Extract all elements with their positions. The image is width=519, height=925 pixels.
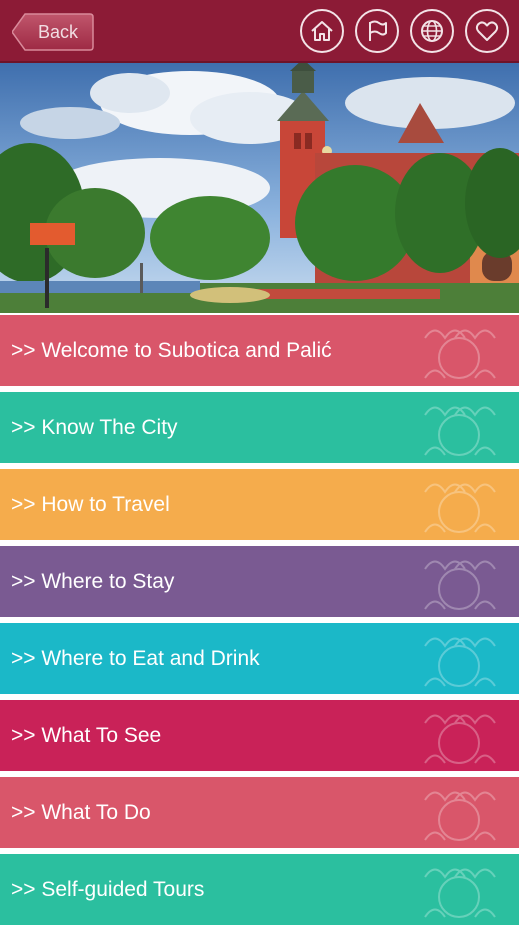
menu-item-label: >> Where to Eat and Drink [11, 647, 260, 670]
back-button[interactable]: Back [12, 13, 94, 51]
menu-item-see[interactable]: >> What To See [0, 700, 519, 771]
city-hall-photo [0, 63, 519, 313]
menu-item-label: >> What To See [11, 724, 162, 747]
menu-item-stay[interactable]: >> Where to Stay [0, 546, 519, 617]
ornament-icon [424, 791, 496, 841]
ornament-icon [424, 637, 496, 687]
home-button[interactable] [300, 9, 344, 53]
flag-icon [369, 20, 387, 41]
ornament-icon [424, 714, 496, 764]
menu-item-label: >> What To Do [11, 801, 151, 824]
heart-icon [475, 21, 499, 41]
globe-icon [421, 20, 443, 42]
menu-item-label: >> Welcome to Subotica and Palić [11, 339, 332, 362]
menu-item-label: >> Where to Stay [11, 570, 175, 593]
ornament-icon [424, 329, 496, 379]
favorites-button[interactable] [465, 9, 509, 53]
menu-item-eat-drink[interactable]: >> Where to Eat and Drink [0, 623, 519, 694]
menu-item-do[interactable]: >> What To Do [0, 777, 519, 848]
home-icon [311, 21, 333, 41]
menu-item-label: >> Know The City [11, 416, 178, 439]
ornament-icon [424, 868, 496, 918]
back-label: Back [38, 22, 79, 42]
ornament-icon [424, 406, 496, 456]
menu-item-label: >> How to Travel [11, 493, 170, 516]
ornament-icon [424, 483, 496, 533]
ornament-icon [424, 560, 496, 610]
menu-item-know-city[interactable]: >> Know The City [0, 392, 519, 463]
app-header: Back [0, 0, 519, 63]
menu-item-label: >> Self-guided Tours [11, 878, 205, 901]
menu-item-welcome[interactable]: >> Welcome to Subotica and Palić [0, 315, 519, 386]
globe-button[interactable] [410, 9, 454, 53]
menu-item-tours[interactable]: >> Self-guided Tours [0, 854, 519, 925]
menu-item-travel[interactable]: >> How to Travel [0, 469, 519, 540]
flag-button[interactable] [355, 9, 399, 53]
